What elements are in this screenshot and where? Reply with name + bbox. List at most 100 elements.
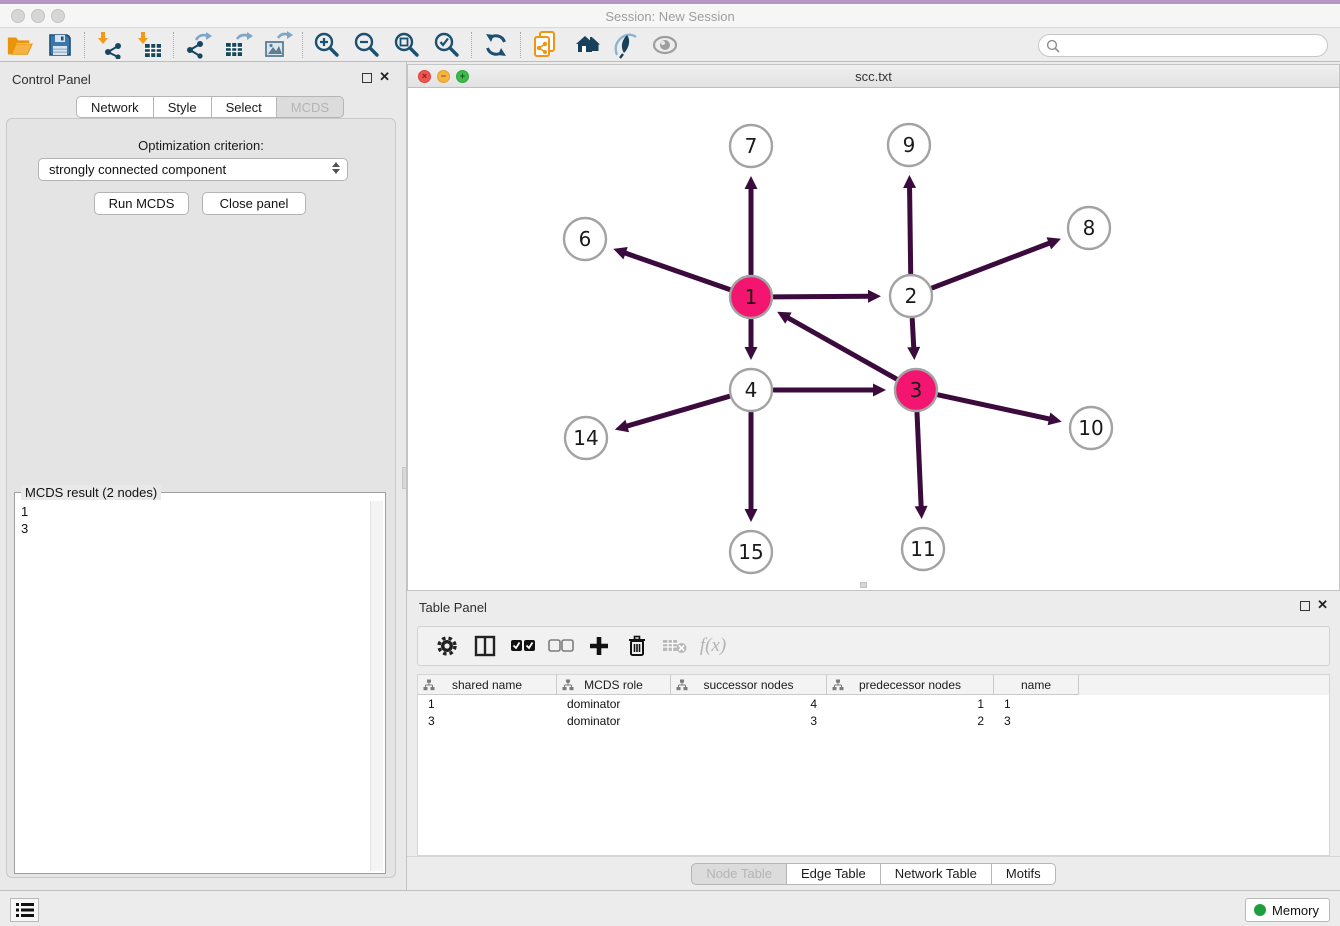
table-row[interactable]: 3dominator323 (418, 712, 1329, 729)
criterion-select[interactable]: strongly connected component (38, 158, 348, 181)
delete-table-icon[interactable] (656, 630, 694, 662)
column-header-name[interactable]: name (994, 675, 1079, 695)
graph-edge-2-9[interactable] (910, 186, 911, 273)
table-cell[interactable]: 1 (827, 695, 994, 712)
list-icon (16, 903, 34, 917)
graph-edge-4-14[interactable] (625, 396, 729, 426)
control-panel-close-icon[interactable]: ✕ (379, 69, 390, 85)
gear-icon[interactable] (428, 630, 466, 662)
deselect-checks-icon[interactable] (542, 630, 580, 662)
select-all-checks-icon[interactable] (504, 630, 542, 662)
trash-icon[interactable] (618, 630, 656, 662)
export-network-icon[interactable] (178, 30, 218, 60)
graph-edge-3-10[interactable] (938, 395, 1050, 419)
graph-node-label: 6 (579, 227, 592, 251)
zoom-in-icon[interactable] (307, 30, 347, 60)
tab-mcds[interactable]: MCDS (277, 96, 344, 118)
graph-edge-2-3[interactable] (912, 319, 914, 349)
column-header-successor-nodes[interactable]: successor nodes (671, 675, 827, 695)
mcds-result-fieldset: MCDS result (2 nodes) 1 3 (14, 492, 386, 874)
graph-node-label: 7 (745, 134, 758, 158)
network-window-titlebar[interactable]: × − + scc.txt (408, 65, 1339, 88)
toolbar-separator (173, 32, 174, 58)
mcds-result-title: MCDS result (2 nodes) (21, 485, 161, 500)
zoom-out-icon[interactable] (347, 30, 387, 60)
open-session-icon[interactable] (0, 30, 40, 60)
control-panel: Control Panel ✕ Network Style Select MCD… (0, 62, 402, 890)
mcds-result-scrollbar[interactable] (370, 501, 383, 871)
tab-motifs[interactable]: Motifs (992, 863, 1056, 885)
zoom-fit-icon[interactable] (387, 30, 427, 60)
global-search-input[interactable] (1038, 34, 1328, 57)
table-cell[interactable]: 3 (994, 712, 1079, 729)
control-panel-float-icon[interactable] (362, 73, 372, 83)
tab-network[interactable]: Network (76, 96, 154, 118)
table-panel-float-icon[interactable] (1300, 601, 1310, 611)
tab-select[interactable]: Select (212, 96, 277, 118)
function-fx-icon[interactable]: f(x) (694, 630, 732, 662)
table-cell[interactable]: 1 (994, 695, 1079, 712)
graph-edge-1-6[interactable] (624, 253, 730, 290)
first-neighbors-icon[interactable] (565, 30, 605, 60)
column-header-predecessor-nodes[interactable]: predecessor nodes (827, 675, 994, 695)
table-cell[interactable]: 4 (671, 695, 827, 712)
toolbar-separator (302, 32, 303, 58)
zoom-selected-icon[interactable] (427, 30, 467, 60)
window-title: Session: New Session (0, 9, 1340, 24)
show-details-eye-icon[interactable] (645, 30, 685, 60)
graph-edge-arrowhead (873, 384, 886, 397)
run-mcds-button[interactable]: Run MCDS (94, 192, 189, 215)
refresh-icon[interactable] (476, 30, 516, 60)
graph-edge-arrowhead (868, 290, 881, 303)
style-brush-icon[interactable] (605, 30, 645, 60)
memory-button[interactable]: Memory (1245, 898, 1330, 922)
add-icon[interactable] (580, 630, 618, 662)
network-view-window: × − + scc.txt 7968124314101511 (407, 64, 1340, 591)
graph-node-label: 10 (1078, 416, 1103, 440)
tab-style[interactable]: Style (154, 96, 212, 118)
graph-edge-arrowhead (907, 347, 920, 360)
table-cell[interactable]: dominator (557, 712, 671, 729)
column-header-shared-name[interactable]: shared name (418, 675, 557, 695)
task-history-button[interactable] (10, 898, 39, 922)
tab-network-table[interactable]: Network Table (881, 863, 992, 885)
table-cell[interactable]: dominator (557, 695, 671, 712)
graph-node-label: 9 (903, 133, 916, 157)
graph-edge-3-1[interactable] (787, 317, 896, 379)
clone-network-icon[interactable] (525, 30, 565, 60)
table-panel-close-icon[interactable]: ✕ (1317, 597, 1328, 613)
graph-node-label: 8 (1083, 216, 1096, 240)
table-cell[interactable]: 1 (418, 695, 557, 712)
tab-edge-table[interactable]: Edge Table (787, 863, 881, 885)
graph-edge-1-2[interactable] (774, 296, 870, 297)
import-table-icon[interactable] (129, 30, 169, 60)
table-row[interactable]: 1dominator411 (418, 695, 1329, 712)
export-table-icon[interactable] (218, 30, 258, 60)
control-panel-tabs: Network Style Select MCDS (76, 96, 344, 118)
column-header-label: shared name (452, 678, 522, 692)
criterion-selected-value: strongly connected component (49, 162, 226, 177)
table-cell[interactable]: 2 (827, 712, 994, 729)
table-cell[interactable]: 3 (671, 712, 827, 729)
memory-label: Memory (1272, 903, 1319, 918)
graph-node-label: 2 (905, 284, 918, 308)
graph-node-label: 11 (910, 537, 935, 561)
import-network-icon[interactable] (89, 30, 129, 60)
table-cell[interactable]: 3 (418, 712, 557, 729)
table-body: 1dominator4113dominator323 (418, 695, 1329, 729)
graph-edge-3-11[interactable] (917, 413, 921, 508)
optimization-criterion-label: Optimization criterion: (0, 138, 402, 153)
column-header-label: MCDS role (584, 678, 643, 692)
canvas-resize-handle[interactable] (860, 582, 867, 588)
close-panel-button[interactable]: Close panel (202, 192, 306, 215)
column-header-MCDS-role[interactable]: MCDS role (557, 675, 671, 695)
network-title: scc.txt (408, 69, 1339, 84)
save-session-icon[interactable] (40, 30, 80, 60)
graph-edge-2-8[interactable] (932, 243, 1050, 288)
mcds-result-textarea[interactable]: 1 3 (17, 501, 370, 871)
export-image-icon[interactable] (258, 30, 298, 60)
network-canvas[interactable]: 7968124314101511 (408, 88, 1339, 590)
tab-node-table[interactable]: Node Table (691, 863, 787, 885)
columns-icon[interactable] (466, 630, 504, 662)
graph-node-label: 14 (573, 426, 598, 450)
